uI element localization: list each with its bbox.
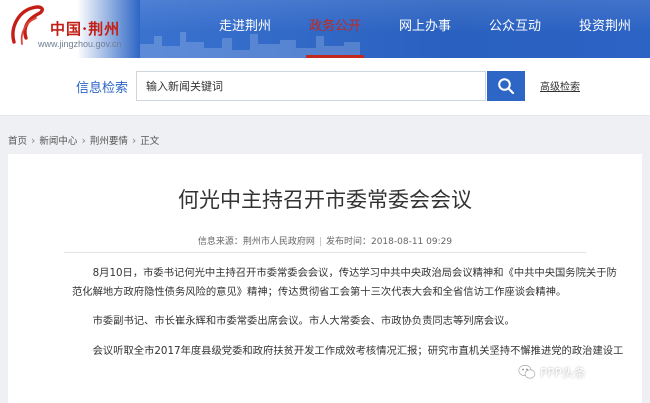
search-input[interactable] bbox=[136, 71, 486, 101]
chevron-right-icon: › bbox=[131, 133, 137, 147]
advanced-search-link[interactable]: 高级检索 bbox=[540, 78, 580, 93]
watermark-text: PPP头条 bbox=[540, 365, 586, 380]
search-button[interactable] bbox=[487, 71, 525, 101]
nav-item-government-affairs[interactable]: 政务公开 bbox=[290, 0, 380, 58]
watermark: PPP头条 bbox=[518, 362, 586, 382]
wechat-icon bbox=[518, 365, 536, 379]
date-label: 发布时间： bbox=[325, 237, 371, 247]
article-paragraph: 会议听取全市2017年度县级党委和政府扶贫开发工作成效考核情况汇报；研究市直机关… bbox=[92, 344, 624, 357]
search-bar: 信息检索 高级检索 bbox=[0, 58, 650, 116]
chevron-right-icon: › bbox=[31, 133, 36, 147]
nav-item-online-services[interactable]: 网上办事 bbox=[380, 0, 470, 58]
breadcrumb-news-center[interactable]: 新闻中心 bbox=[39, 133, 77, 147]
breadcrumb: 首页 › 新闻中心 › 荆州要情 › 正文 bbox=[8, 132, 159, 148]
article-paragraph: 市委副书记、市长崔永辉和市委常委出席会议。市人大常委会、市政协负责同志等列席会议… bbox=[92, 315, 515, 327]
article-paragraph: 8月10日，市委书记何光中主持召开市委常委会会议，传达学习中共中央政治局会议精神… bbox=[92, 267, 617, 279]
meta-divider: | bbox=[318, 237, 322, 247]
article-meta: 信息来源：荆州市人民政府网 | 发布时间：2018-08-11 09:29 bbox=[8, 234, 642, 247]
breadcrumb-jingzhou-news[interactable]: 荆州要情 bbox=[90, 133, 128, 147]
article-date: 2018-08-11 09:29 bbox=[370, 237, 453, 247]
nav-item-investment[interactable]: 投资荆州 bbox=[560, 0, 650, 58]
page: 中国·荆州 www.jingzhou.gov.cn 走进荆州 政务公开 网上办事… bbox=[0, 0, 650, 403]
breadcrumb-home[interactable]: 首页 bbox=[8, 133, 27, 147]
article-source: 荆州市人民政府网 bbox=[242, 237, 315, 247]
logo[interactable]: 中国·荆州 www.jingzhou.gov.cn bbox=[0, 0, 140, 58]
article-paragraph: 范化解地方政府隐性债务风险的意见》精神；传达贯彻省工会第十三次代表大会和全省信访… bbox=[72, 285, 567, 298]
search-icon bbox=[498, 78, 515, 95]
chevron-right-icon: › bbox=[81, 133, 86, 147]
source-label: 信息来源： bbox=[197, 237, 243, 247]
logo-url: www.jingzhou.gov.cn bbox=[38, 39, 122, 49]
search-label: 信息检索 bbox=[76, 81, 129, 96]
main-nav: 走进荆州 政务公开 网上办事 公众互动 投资荆州 bbox=[200, 0, 650, 58]
article-body: 8月10日，市委书记何光中主持召开市委常委会会议，传达学习中共中央政治局会议精神… bbox=[72, 264, 624, 371]
article-title: 何光中主持召开市委常委会会议 bbox=[178, 188, 472, 212]
logo-text: 中国·荆州 bbox=[50, 20, 121, 38]
site-header: 中国·荆州 www.jingzhou.gov.cn 走进荆州 政务公开 网上办事… bbox=[0, 0, 650, 58]
breadcrumb-current: 正文 bbox=[140, 136, 160, 147]
nav-item-public-interaction[interactable]: 公众互动 bbox=[470, 0, 560, 58]
title-divider bbox=[64, 252, 586, 253]
nav-item-about[interactable]: 走进荆州 bbox=[200, 0, 290, 58]
